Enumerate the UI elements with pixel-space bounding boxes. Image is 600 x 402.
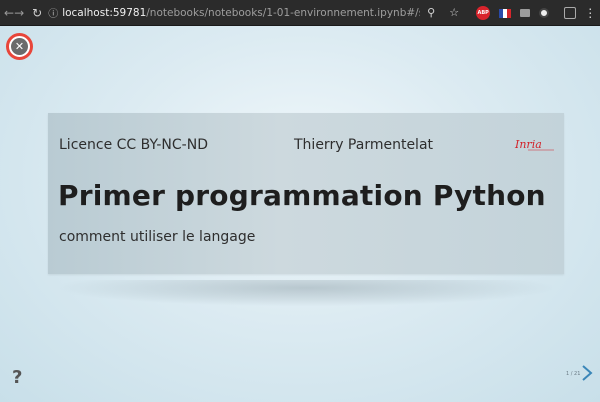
message-icon[interactable] — [520, 8, 531, 17]
inria-logo: Inria — [514, 138, 554, 151]
next-slide-icon[interactable] — [581, 364, 593, 382]
author-name: Thierry Parmentelat — [294, 137, 434, 153]
address-host: localhost:59781 — [62, 6, 147, 19]
slide-title: Primer programmation Python — [58, 179, 546, 212]
site-info-icon[interactable]: ⓘ — [48, 5, 58, 20]
slide-subtitle: comment utiliser le langage — [59, 229, 256, 245]
extension-icon-2[interactable] — [564, 6, 577, 19]
close-slideshow-button[interactable]: ✕ — [6, 33, 33, 60]
inria-logo-text: Inria — [514, 138, 542, 151]
forward-icon[interactable]: → — [14, 4, 24, 22]
slide-stage: ✕ Licence CC BY-NC-ND Thierry Parmentela… — [0, 26, 600, 402]
menu-icon[interactable]: ⋮ — [581, 4, 599, 22]
close-icon: ✕ — [11, 38, 28, 55]
zoom-icon[interactable]: ⚲ — [422, 4, 440, 22]
extension-icon[interactable] — [539, 7, 550, 18]
adblock-icon[interactable]: ABP — [476, 5, 491, 20]
address-path: /notebooks/notebooks/1-01-environnement.… — [146, 6, 420, 19]
licence-label: Licence CC BY-NC-ND — [59, 137, 208, 153]
help-button[interactable]: ? — [12, 367, 22, 388]
browser-toolbar: ← → ↻ ⓘ localhost:59781 /notebooks/noteb… — [0, 0, 600, 26]
reload-icon[interactable]: ↻ — [32, 4, 42, 22]
slide-counter: 1 / 21 — [566, 371, 581, 377]
address-bar[interactable]: ⓘ localhost:59781 /notebooks/notebooks/1… — [48, 4, 420, 22]
card-reflection — [60, 280, 552, 306]
back-icon[interactable]: ← — [4, 4, 14, 22]
french-flag-icon[interactable] — [499, 8, 512, 18]
star-icon[interactable]: ☆ — [445, 4, 463, 22]
title-card: Licence CC BY-NC-ND Thierry Parmentelat … — [48, 113, 564, 274]
